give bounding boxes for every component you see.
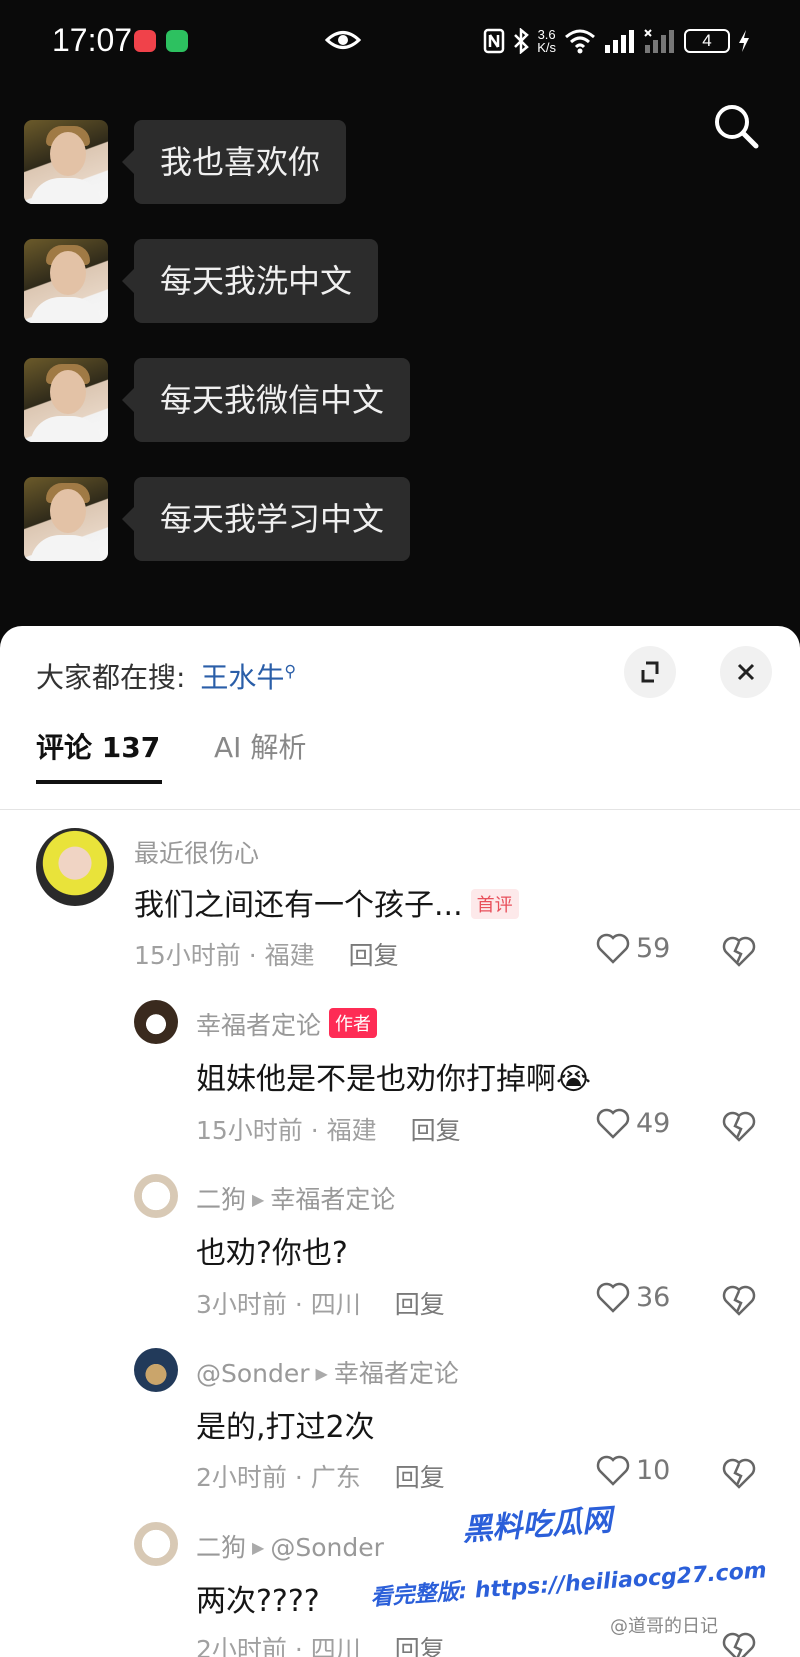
comment-username[interactable]: 二狗 ▶ 幸福者定论 (196, 1180, 395, 1216)
tab-comments[interactable]: 评论 137 (36, 726, 160, 766)
comment-username[interactable]: 幸福者定论 作者 (196, 1006, 378, 1042)
chat-message: 每天我洗中文 (24, 239, 379, 323)
dislike-button[interactable] (722, 1283, 756, 1317)
like-count: 10 (636, 1454, 671, 1486)
chat-bubble[interactable]: 每天我微信中文 (121, 358, 411, 442)
hot-search: 大家都在搜: 王水牛⚲ (36, 656, 296, 696)
heart-icon (596, 1455, 630, 1486)
app-notification-icon (134, 30, 156, 52)
battery-level: 4 (684, 29, 730, 53)
reply-arrow-icon: ▶ (315, 1364, 328, 1383)
reply-button[interactable]: 回复 (411, 1116, 461, 1145)
comment-text[interactable]: 姐妹他是不是也劝你打掉啊😭 (196, 1054, 591, 1098)
dislike-button[interactable] (722, 1109, 756, 1143)
charging-icon (739, 30, 749, 52)
like-button[interactable]: 36 (596, 1281, 670, 1313)
chat-message: 每天我微信中文 (24, 358, 411, 442)
chat-bubble[interactable]: 每天我学习中文 (121, 477, 411, 561)
dislike-button[interactable] (722, 1630, 756, 1657)
comment-meta: 2小时前 · 广东 回复 (196, 1463, 445, 1492)
divider (0, 809, 800, 810)
comment-meta: 15小时前 · 福建 回复 (134, 941, 399, 970)
avatar[interactable] (36, 828, 114, 906)
dislike-button[interactable] (722, 1456, 756, 1490)
hot-search-label: 大家都在搜: (36, 661, 186, 694)
like-count: 36 (636, 1281, 671, 1313)
expand-icon (641, 661, 659, 683)
expand-button[interactable] (624, 646, 676, 698)
comment-panel: 大家都在搜: 王水牛⚲ 评论 137 AI 解析 最近很伤心 我们之间还有一个孩… (0, 626, 800, 1657)
comment-meta: 15小时前 · 福建 回复 (196, 1116, 461, 1145)
signal-icon (605, 30, 634, 53)
like-button[interactable]: 59 (596, 932, 670, 964)
status-icons: 3.6 K/s 4 (483, 24, 750, 58)
comment-username[interactable]: @Sonder ▶ 幸福者定论 (196, 1354, 459, 1390)
like-count: 59 (636, 932, 671, 964)
comment-meta: 3小时前 · 四川 回复 (196, 1290, 445, 1319)
heart-icon (596, 1282, 630, 1313)
tab-active-indicator (36, 780, 162, 784)
avatar[interactable] (24, 477, 108, 561)
comment-text[interactable]: 是的,打过2次 (196, 1402, 375, 1446)
comment-meta: 2小时前 · 四川 回复 (196, 1630, 445, 1657)
close-icon (737, 663, 755, 681)
status-time: 17:07 (52, 22, 133, 58)
wechat-notification-icon (166, 30, 188, 52)
crying-emoji: 😭 (556, 1062, 592, 1097)
first-comment-badge: 首评 (470, 889, 519, 919)
chat-message: 我也喜欢你 (24, 120, 347, 204)
reply-button[interactable]: 回复 (395, 1635, 445, 1657)
avatar[interactable] (134, 1348, 178, 1392)
wifi-icon (565, 29, 595, 54)
heart-icon (596, 1108, 630, 1139)
reply-arrow-icon: ▶ (252, 1190, 265, 1209)
reply-button[interactable]: 回复 (395, 1290, 445, 1319)
avatar[interactable] (24, 358, 108, 442)
eye-icon (325, 31, 361, 49)
close-button[interactable] (720, 646, 772, 698)
search-icon[interactable] (710, 100, 762, 152)
comment-username[interactable]: 二狗 ▶ @Sonder (196, 1528, 384, 1564)
avatar[interactable] (24, 120, 108, 204)
avatar[interactable] (134, 1522, 178, 1566)
network-speed: 3.6 K/s (537, 27, 556, 55)
chat-bubble[interactable]: 每天我洗中文 (121, 239, 379, 323)
reply-arrow-icon: ▶ (252, 1538, 265, 1557)
hot-search-term[interactable]: 王水牛 (200, 661, 284, 694)
reply-button[interactable]: 回复 (395, 1463, 445, 1492)
status-bar: 17:07 3.6 K/s 4 (0, 0, 800, 84)
avatar[interactable] (134, 1000, 178, 1044)
chat-message: 每天我学习中文 (24, 477, 411, 561)
avatar[interactable] (24, 239, 108, 323)
avatar[interactable] (134, 1174, 178, 1218)
like-button[interactable]: 10 (596, 1454, 670, 1486)
heart-icon (596, 933, 630, 964)
comment-username[interactable]: 最近很伤心 (134, 834, 259, 870)
comment-text[interactable]: 两次???? (196, 1576, 320, 1620)
comment-text[interactable]: 我们之间还有一个孩子... 首评 (134, 880, 519, 924)
signal-sim2-icon (644, 29, 674, 53)
bluetooth-icon (514, 28, 530, 54)
search-small-icon: ⚲ (284, 661, 297, 681)
like-button[interactable]: 49 (596, 1107, 670, 1139)
tab-ai-analysis[interactable]: AI 解析 (214, 726, 306, 766)
comment-text[interactable]: 也劝?你也? (196, 1228, 348, 1272)
dislike-button[interactable] (722, 934, 756, 968)
chat-bubble[interactable]: 我也喜欢你 (121, 120, 347, 204)
nfc-icon (483, 28, 505, 54)
like-count: 49 (636, 1107, 671, 1139)
reply-button[interactable]: 回复 (349, 941, 399, 970)
author-badge: 作者 (329, 1008, 378, 1038)
